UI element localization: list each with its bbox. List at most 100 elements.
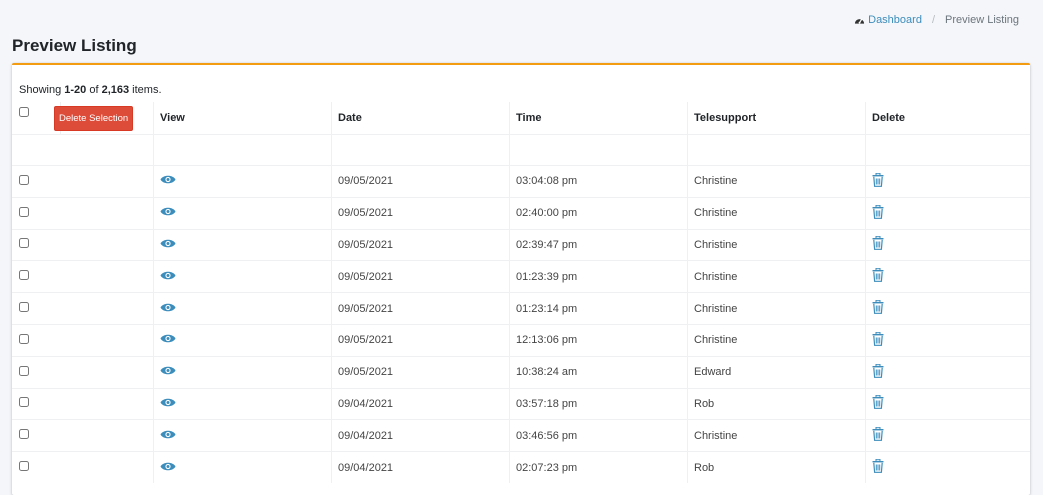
row-time: 10:38:24 am: [509, 355, 688, 389]
row-checkbox[interactable]: [19, 397, 29, 408]
breadcrumb: Dashboard / Preview Listing: [854, 14, 1019, 26]
trash-icon[interactable]: [872, 236, 884, 251]
summary-range: 1-20: [64, 84, 87, 96]
trash-icon[interactable]: [872, 300, 884, 314]
row-select-cell: [12, 292, 154, 325]
header-telesupport[interactable]: Telesupport: [687, 102, 866, 135]
page-title: Preview Listing: [12, 36, 137, 55]
row-time: 01:23:39 pm: [509, 260, 688, 293]
row-date: 09/05/2021: [331, 292, 510, 325]
results-summary: Showing 1-20 of 2,163 items.: [19, 84, 162, 96]
delete-selection-header: Delete Selection: [54, 102, 154, 135]
trash-icon[interactable]: [872, 427, 884, 442]
table-row: 09/05/2021 01:23:39 pm Christine: [12, 260, 1030, 293]
eye-icon[interactable]: [160, 238, 176, 249]
row-telesupport: Christine: [687, 228, 866, 261]
eye-icon[interactable]: [160, 365, 176, 376]
row-checkbox[interactable]: [19, 302, 29, 313]
row-time: 03:46:56 pm: [509, 419, 688, 452]
trash-icon[interactable]: [872, 331, 884, 346]
row-time: 02:40:00 pm: [509, 196, 688, 230]
trash-icon[interactable]: [872, 363, 884, 378]
row-delete-cell: [865, 292, 1030, 325]
breadcrumb-current: Preview Listing: [945, 14, 1019, 26]
summary-suffix: items.: [129, 84, 162, 96]
row-delete-cell: [865, 451, 1030, 483]
summary-total: 2,163: [101, 84, 130, 96]
eye-icon[interactable]: [160, 206, 176, 217]
row-time: 03:04:08 pm: [509, 165, 688, 198]
row-view-cell: [153, 451, 332, 483]
row-view-cell: [153, 323, 332, 357]
header-date[interactable]: Date: [331, 102, 510, 135]
delete-selection-button[interactable]: Delete Selection: [54, 105, 134, 131]
trash-icon[interactable]: [872, 395, 884, 410]
listing-card: Showing 1-20 of 2,163 items. Delete Sele…: [12, 63, 1030, 495]
row-date: 09/05/2021: [331, 165, 510, 198]
filter-cell-telesupport[interactable]: [687, 134, 866, 166]
eye-icon[interactable]: [160, 174, 176, 185]
row-telesupport: Rob: [687, 451, 866, 483]
row-view-cell: [153, 165, 332, 198]
filter-cell-view: [153, 134, 332, 166]
header-time[interactable]: Time: [509, 102, 688, 135]
trash-icon[interactable]: [872, 268, 884, 283]
row-checkbox[interactable]: [19, 238, 29, 249]
row-telesupport: Christine: [687, 292, 866, 325]
row-select-cell: [12, 387, 154, 420]
row-checkbox[interactable]: [19, 270, 29, 281]
row-date: 09/04/2021: [331, 451, 510, 483]
row-delete-cell: [865, 387, 1030, 420]
row-select-cell: [12, 165, 154, 198]
row-telesupport: Christine: [687, 323, 866, 357]
eye-icon[interactable]: [160, 397, 176, 408]
summary-of: of: [86, 84, 102, 96]
row-select-cell: [12, 419, 154, 452]
row-delete-cell: [865, 355, 1030, 389]
filter-row: [12, 134, 1030, 166]
row-view-cell: [153, 292, 332, 325]
row-checkbox[interactable]: [19, 365, 29, 376]
row-delete-cell: [865, 165, 1030, 198]
row-date: 09/04/2021: [331, 419, 510, 452]
filter-cell-time[interactable]: [509, 134, 688, 166]
row-select-cell: [12, 451, 154, 483]
table-row: 09/05/2021 03:04:08 pm Christine: [12, 165, 1030, 198]
row-delete-cell: [865, 323, 1030, 357]
row-time: 02:39:47 pm: [509, 228, 688, 261]
eye-icon[interactable]: [160, 461, 176, 472]
eye-icon[interactable]: [160, 302, 176, 313]
row-telesupport: Christine: [687, 260, 866, 293]
row-view-cell: [153, 228, 332, 261]
eye-icon[interactable]: [160, 333, 176, 344]
header-view: View: [153, 102, 332, 135]
table-row: 09/04/2021 02:07:23 pm Rob: [12, 451, 1030, 483]
table-row: 09/05/2021 12:13:06 pm Christine: [12, 323, 1030, 357]
row-select-cell: [12, 196, 154, 230]
row-checkbox[interactable]: [19, 461, 29, 472]
eye-icon[interactable]: [160, 429, 176, 440]
row-checkbox[interactable]: [19, 333, 29, 344]
table-row: 09/04/2021 03:57:18 pm Rob: [12, 387, 1030, 420]
row-view-cell: [153, 355, 332, 389]
trash-icon[interactable]: [872, 459, 884, 473]
select-all-checkbox[interactable]: [19, 106, 29, 117]
row-time: 03:57:18 pm: [509, 387, 688, 420]
row-checkbox[interactable]: [19, 429, 29, 440]
row-date: 09/05/2021: [331, 323, 510, 357]
filter-cell-delete: [865, 134, 1030, 166]
filter-cell-select: [12, 134, 154, 166]
trash-icon[interactable]: [872, 204, 884, 219]
breadcrumb-dashboard-link[interactable]: Dashboard: [854, 14, 922, 26]
row-select-cell: [12, 228, 154, 261]
trash-icon[interactable]: [872, 172, 884, 187]
row-time: 02:07:23 pm: [509, 451, 688, 483]
row-date: 09/05/2021: [331, 260, 510, 293]
row-checkbox[interactable]: [19, 174, 29, 185]
row-delete-cell: [865, 260, 1030, 293]
row-checkbox[interactable]: [19, 206, 29, 217]
row-telesupport: Edward: [687, 355, 866, 389]
filter-cell-date[interactable]: [331, 134, 510, 166]
eye-icon[interactable]: [160, 270, 176, 281]
row-telesupport: Rob: [687, 387, 866, 420]
